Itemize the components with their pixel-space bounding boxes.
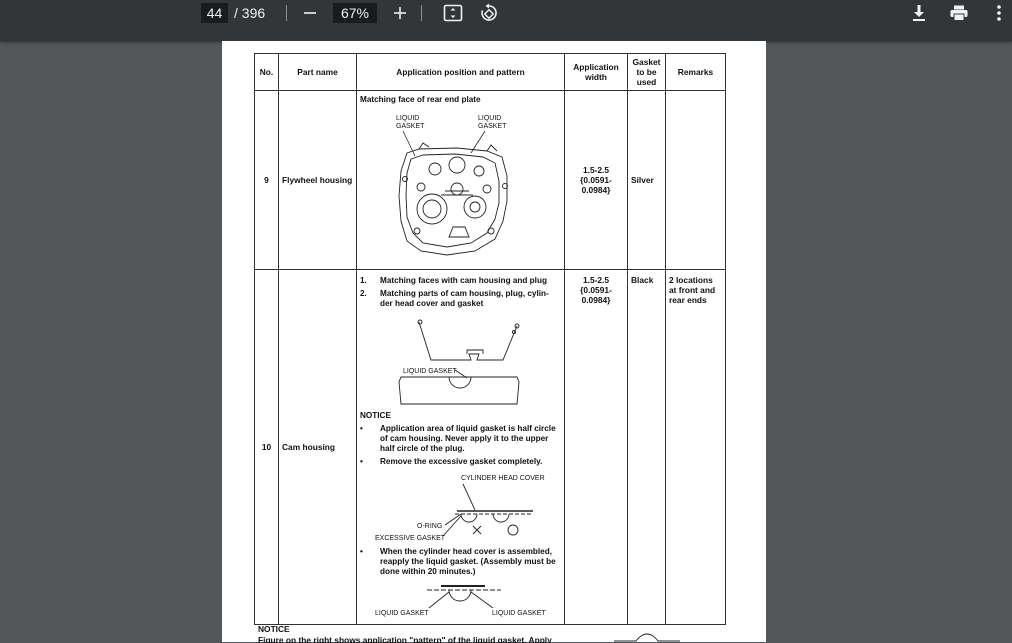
list-item-number: 2. bbox=[360, 289, 367, 298]
bullet-mark: • bbox=[360, 424, 363, 433]
list-item: Matching faces with cam housing and plug bbox=[380, 276, 547, 285]
rotate-icon bbox=[481, 3, 497, 21]
list-item-number: 1. bbox=[360, 276, 367, 285]
gasket-pattern-figure bbox=[614, 633, 680, 642]
download-button[interactable] bbox=[906, 0, 932, 26]
more-actions-button[interactable] bbox=[986, 0, 1012, 26]
row-remarks: 2 locations at front and rear ends bbox=[665, 269, 726, 625]
header-width: Application width bbox=[564, 53, 628, 91]
table-row: 10 Cam housing 1. Matching faces with ca… bbox=[254, 269, 726, 625]
toolbar-divider bbox=[421, 5, 422, 21]
gasket-table: No. Part name Application position and p… bbox=[254, 53, 726, 625]
bullet-text: Application area of liquid gasket is hal… bbox=[380, 424, 556, 433]
row-width-cell: 1.5-2.5 {0.0591- 0.0984} bbox=[564, 90, 628, 270]
excessive-gasket-label: EXCESSIVE GASKET bbox=[375, 535, 446, 542]
gasket-label: GASKET bbox=[478, 123, 507, 130]
minus-icon bbox=[304, 12, 316, 14]
liquid-gasket-label: LIQUID GASKET bbox=[492, 610, 546, 617]
toolbar-divider bbox=[286, 5, 287, 21]
page-number-input[interactable]: 44 bbox=[201, 3, 228, 23]
header-gasket: Gasket to be used bbox=[627, 53, 666, 91]
gasket-label: LIQUID bbox=[478, 115, 501, 122]
width-value: {0.0591- bbox=[580, 175, 612, 185]
fit-page-icon bbox=[443, 4, 463, 22]
table-row: 9 Flywheel housing Matching face of rear… bbox=[254, 90, 726, 270]
row-gasket: Black bbox=[627, 269, 666, 625]
row-no: 9 bbox=[254, 90, 279, 270]
bullet-mark: • bbox=[360, 547, 363, 556]
fit-to-page-button[interactable] bbox=[440, 0, 466, 26]
bullet-text: of cam housing. Never apply it to the up… bbox=[380, 434, 549, 443]
print-icon bbox=[950, 5, 968, 21]
liquid-gasket-label: LIQUID GASKET bbox=[403, 368, 457, 375]
gasket-label: GASKET bbox=[396, 123, 425, 130]
rotate-button[interactable] bbox=[476, 0, 502, 26]
row-part-name: Flywheel housing bbox=[278, 90, 357, 270]
header-part-name: Part name bbox=[278, 53, 357, 91]
zoom-level-input[interactable]: 67% bbox=[333, 3, 377, 23]
row-part-name: Cam housing bbox=[278, 269, 357, 625]
flywheel-housing-diagram: Matching face of rear end plate LIQUID G… bbox=[360, 95, 508, 256]
pdf-page: No. Part name Application position and p… bbox=[222, 41, 766, 643]
bullet-text: half circle of the plug. bbox=[380, 444, 465, 453]
bullet-mark: • bbox=[360, 457, 363, 466]
table-header-row: No. Part name Application position and p… bbox=[254, 53, 726, 91]
cam-housing-diagram: 1. Matching faces with cam housing and p… bbox=[360, 276, 556, 617]
width-value: {0.0591- bbox=[580, 285, 612, 295]
row-width-cell: 1.5-2.5 {0.0591- 0.0984} bbox=[564, 269, 628, 625]
row-remarks bbox=[665, 90, 726, 270]
remarks-line: rear ends bbox=[669, 295, 707, 305]
position-title: Matching face of rear end plate bbox=[360, 95, 481, 104]
notice-title: NOTICE bbox=[360, 411, 391, 420]
bullet-text: done within 20 minutes.) bbox=[380, 567, 476, 576]
row-no: 10 bbox=[254, 269, 279, 625]
header-remarks: Remarks bbox=[665, 53, 726, 91]
row-position-cell: Matching face of rear end plate LIQUID G… bbox=[356, 90, 565, 270]
list-item: Matching parts of cam housing, plug, cyl… bbox=[380, 289, 549, 298]
more-vert-icon bbox=[997, 5, 1001, 21]
bullet-text: reapply the liquid gasket. (Assembly mus… bbox=[380, 557, 556, 566]
page-total: / 396 bbox=[234, 5, 266, 21]
bullet-text: Remove the excessive gasket completely. bbox=[380, 457, 542, 466]
row-position-cell: 1. Matching faces with cam housing and p… bbox=[356, 269, 565, 625]
liquid-gasket-label: LIQUID GASKET bbox=[375, 610, 429, 617]
width-value: 0.0984} bbox=[581, 295, 611, 305]
width-value: 0.0984} bbox=[581, 185, 611, 195]
print-button[interactable] bbox=[946, 0, 972, 26]
download-icon bbox=[913, 5, 925, 21]
pdf-toolbar: 44 / 396 67% bbox=[0, 0, 1012, 41]
zoom-out-button[interactable] bbox=[297, 0, 323, 26]
header-position: Application position and pattern bbox=[356, 53, 565, 91]
zoom-in-button[interactable] bbox=[387, 0, 413, 26]
plus-icon bbox=[394, 7, 406, 19]
width-value: 1.5-2.5 bbox=[582, 165, 610, 175]
cylinder-head-cover-label: CYLINDER HEAD COVER bbox=[461, 475, 545, 482]
remarks-line: 2 locations bbox=[669, 275, 713, 285]
width-value: 1.5-2.5 bbox=[582, 275, 610, 285]
o-ring-label: O-RING bbox=[417, 523, 442, 530]
gasket-label: LIQUID bbox=[396, 115, 419, 122]
header-no: No. bbox=[254, 53, 279, 91]
row-gasket: Silver bbox=[627, 90, 666, 270]
footer-notice-title: NOTICE bbox=[258, 624, 290, 634]
list-item: der head cover and gasket bbox=[380, 299, 484, 308]
remarks-line: at front and bbox=[669, 285, 716, 295]
bullet-text: When the cylinder head cover is assemble… bbox=[380, 547, 552, 556]
